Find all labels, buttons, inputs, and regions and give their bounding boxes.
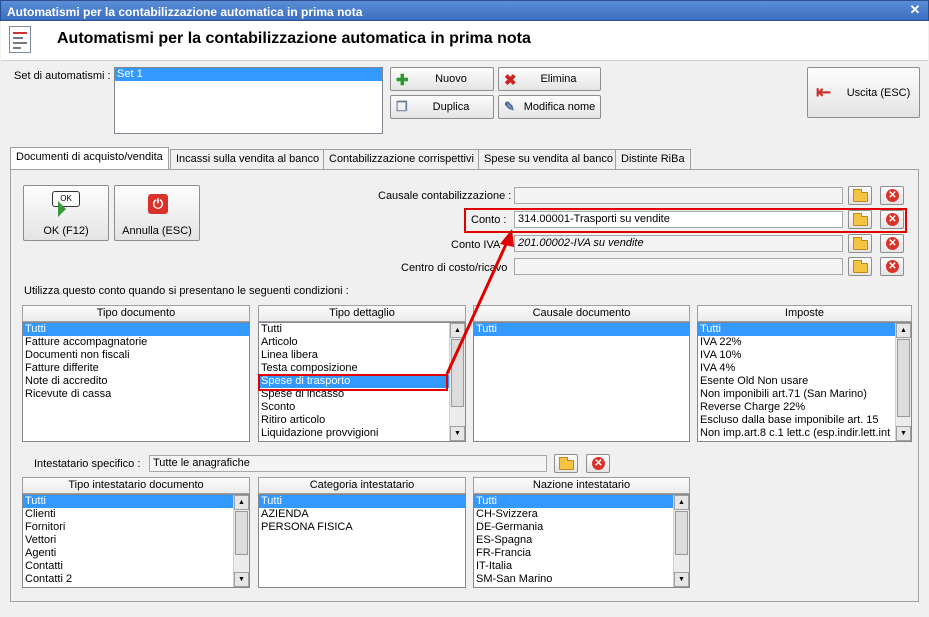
annotation-arrow: [445, 229, 514, 375]
